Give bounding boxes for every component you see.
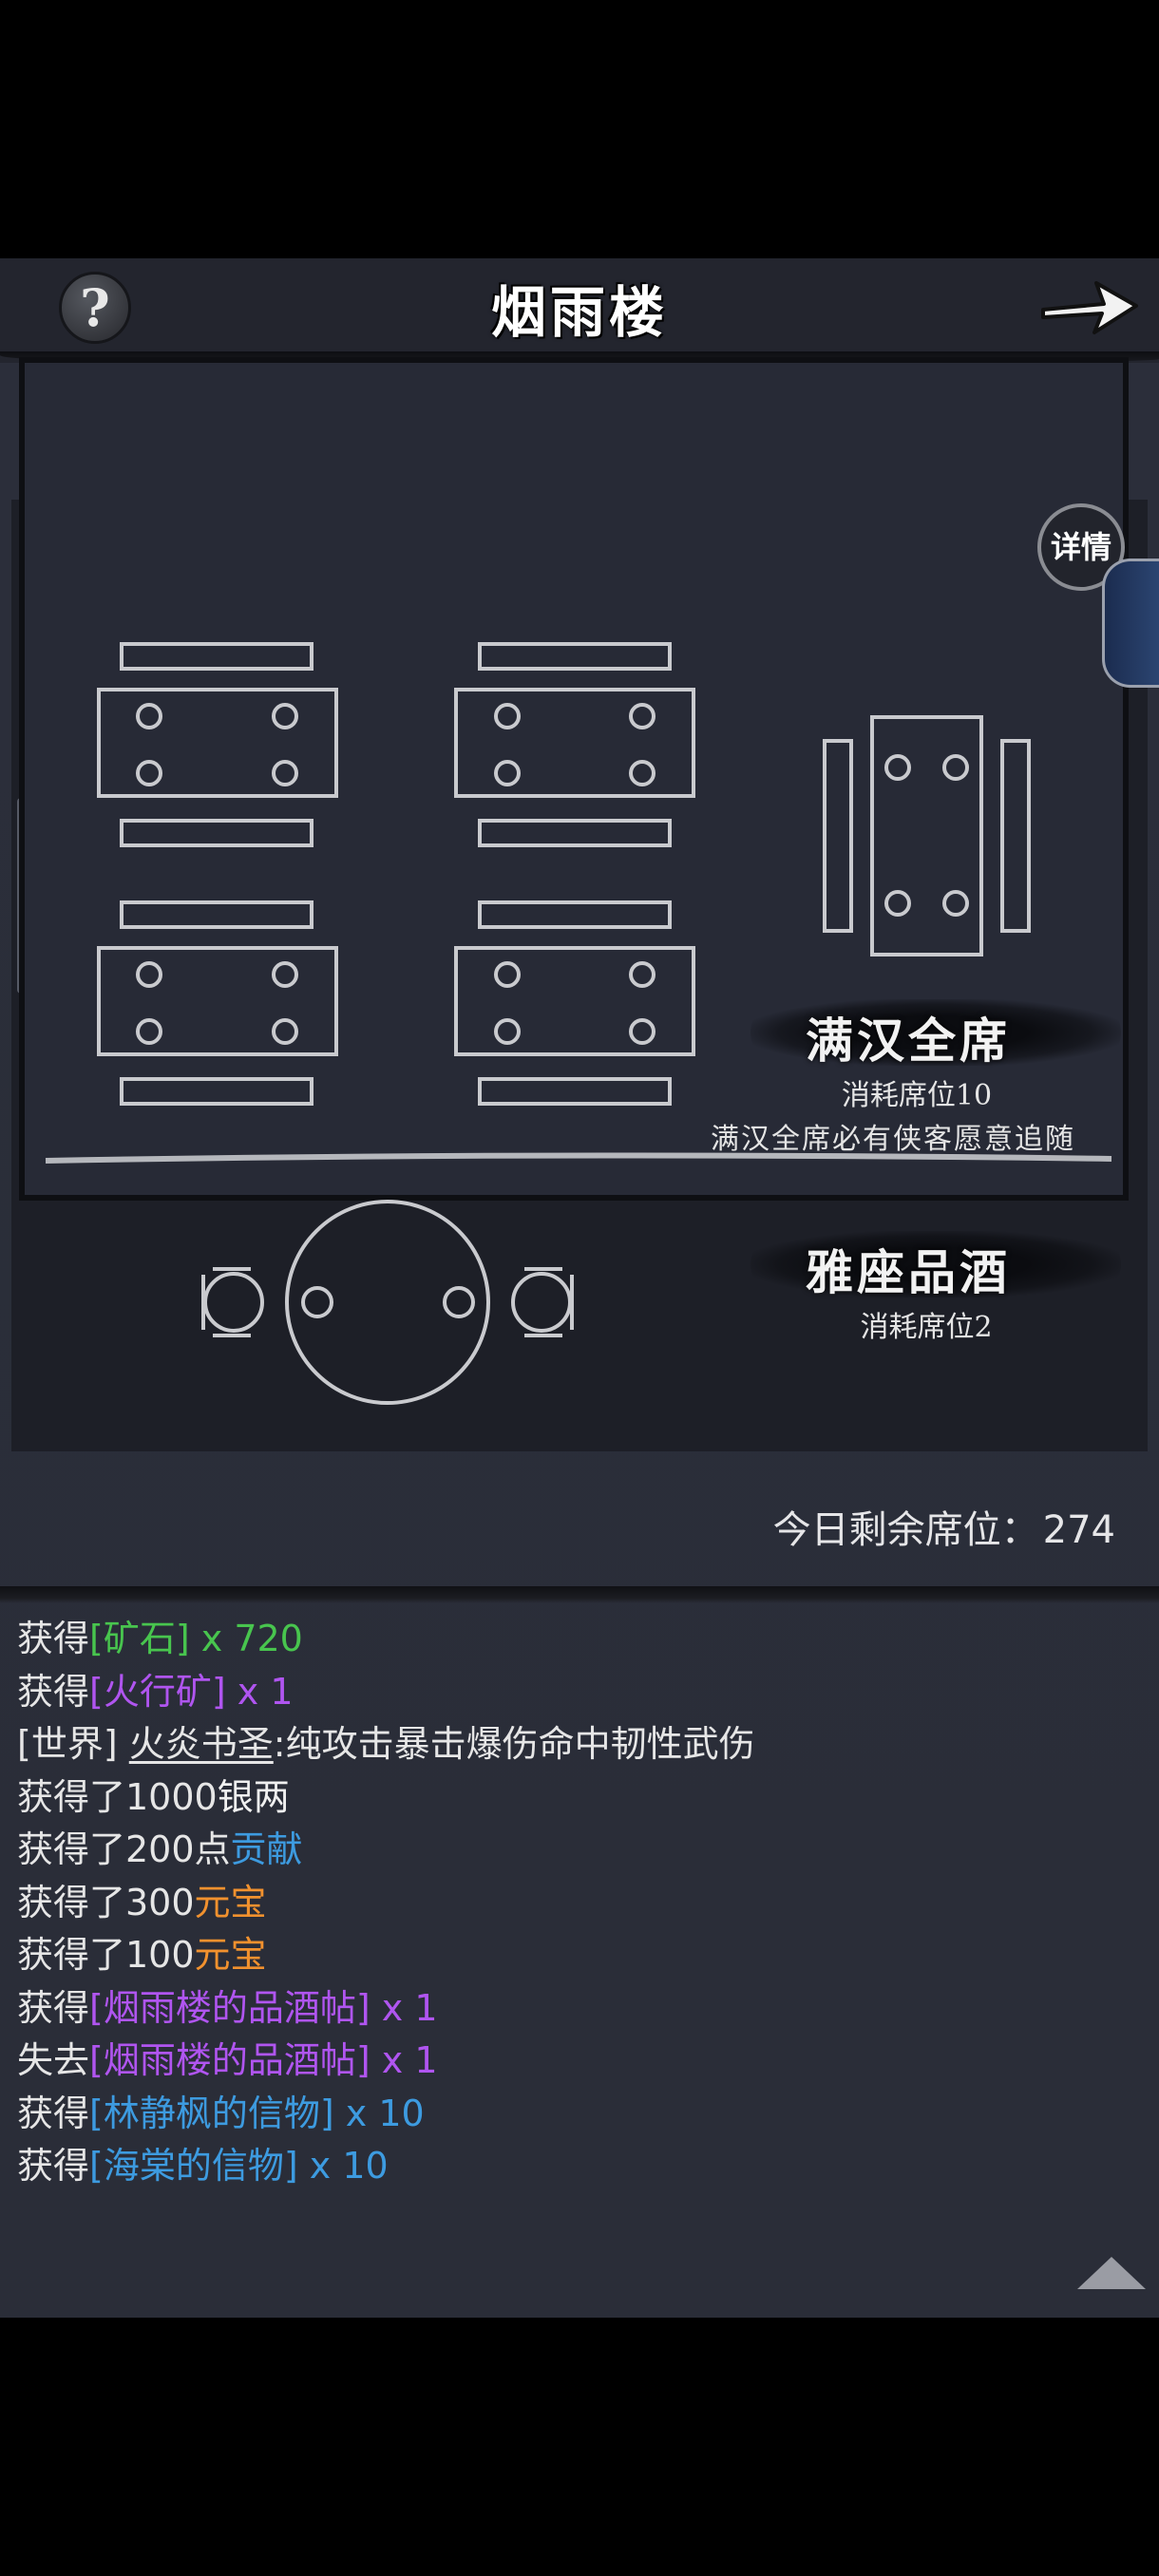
- wine-table[interactable]: [201, 1200, 574, 1405]
- wine-name[interactable]: 雅座品酒: [806, 1235, 1011, 1303]
- wine-cost: 消耗席位2: [860, 1311, 993, 1344]
- log-line: 获得[林静枫的信物] x 10: [17, 2092, 425, 2134]
- side-tab[interactable]: [1102, 559, 1159, 688]
- log-line: 失去[烟雨楼的品酒帖] x 1: [17, 2039, 438, 2081]
- log-line: 获得了300元宝: [17, 1881, 267, 1923]
- log-line: 获得了200点贡献: [17, 1828, 303, 1870]
- banquet-table-5[interactable]: [823, 715, 1031, 957]
- banquet-cost: 消耗席位10: [841, 1079, 993, 1112]
- log-line: 获得了100元宝: [17, 1934, 267, 1976]
- world-user[interactable]: 火炎书圣: [129, 1723, 274, 1765]
- log-line: 获得[火行矿] x 1: [17, 1670, 294, 1713]
- remaining-label: 今日剩余席位：: [772, 1508, 1039, 1552]
- banquet-name[interactable]: 满汉全席: [806, 1003, 1011, 1071]
- item-name[interactable]: [火行矿]: [89, 1671, 226, 1713]
- banquet-table-1[interactable]: [97, 642, 338, 847]
- item-name[interactable]: [矿石]: [89, 1618, 190, 1659]
- log-divider: [0, 1586, 1159, 1603]
- message-log: 获得[矿石] x 720 获得[火行矿] x 1 [世界] 火炎书圣:纯攻击暴击…: [17, 1613, 1138, 2193]
- log-line: 获得[矿石] x 720: [17, 1618, 303, 1659]
- log-line-world: [世界] 火炎书圣:纯攻击暴击爆伤命中韧性武伤: [17, 1723, 755, 1765]
- banquet-table-4[interactable]: [454, 900, 695, 1106]
- banquet-table-3[interactable]: [97, 900, 338, 1106]
- item-name[interactable]: [海棠的信物]: [89, 2145, 298, 2187]
- remaining-value: 274: [1042, 1508, 1115, 1552]
- log-line: 获得了1000银两: [17, 1775, 290, 1818]
- triangle-up-icon[interactable]: [1077, 2257, 1146, 2289]
- banquet-table-2[interactable]: [454, 642, 695, 847]
- log-line: 获得[海棠的信物] x 10: [17, 2145, 389, 2187]
- game-screen: ? 烟雨楼 大厅: [0, 258, 1159, 2318]
- banquet-desc: 满汉全席必有侠客愿意追随: [711, 1123, 1075, 1156]
- log-line: 获得[烟雨楼的品酒帖] x 1: [17, 1986, 438, 2029]
- item-name[interactable]: [烟雨楼的品酒帖]: [89, 1987, 370, 2029]
- item-name[interactable]: [林静枫的信物]: [89, 2093, 334, 2134]
- item-name[interactable]: [烟雨楼的品酒帖]: [89, 2039, 370, 2081]
- remaining-seats: 今日剩余席位： 274: [770, 1499, 1115, 1554]
